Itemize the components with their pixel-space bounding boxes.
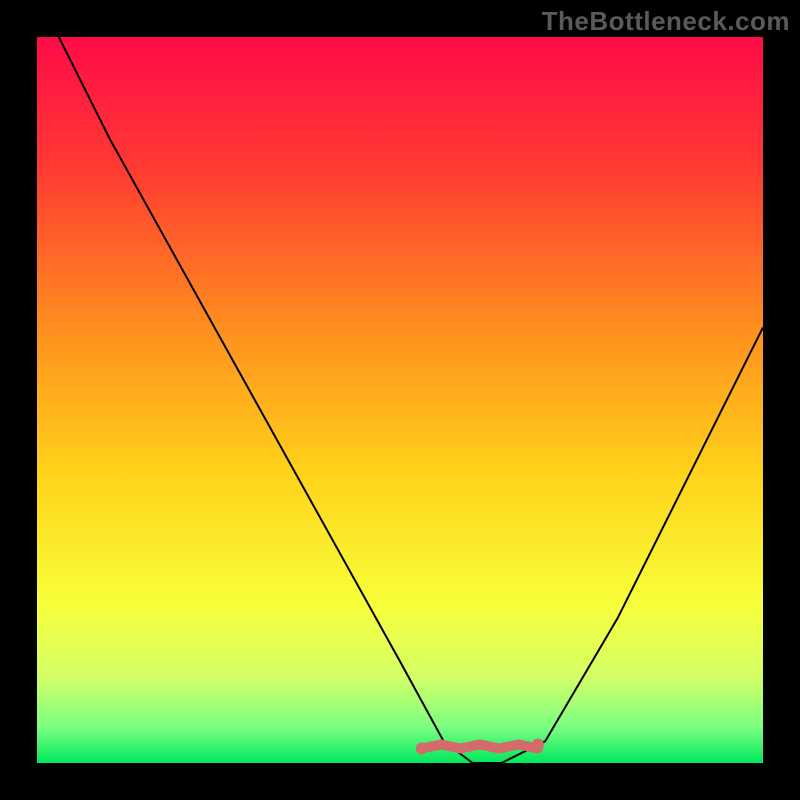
optimal-range-marker <box>422 745 538 749</box>
chart-frame: TheBottleneck.com <box>0 0 800 800</box>
plot-background <box>37 37 763 763</box>
optimal-range-end-dot <box>532 738 544 750</box>
bottleneck-chart <box>0 0 800 800</box>
optimal-range-start-dot <box>416 742 428 754</box>
